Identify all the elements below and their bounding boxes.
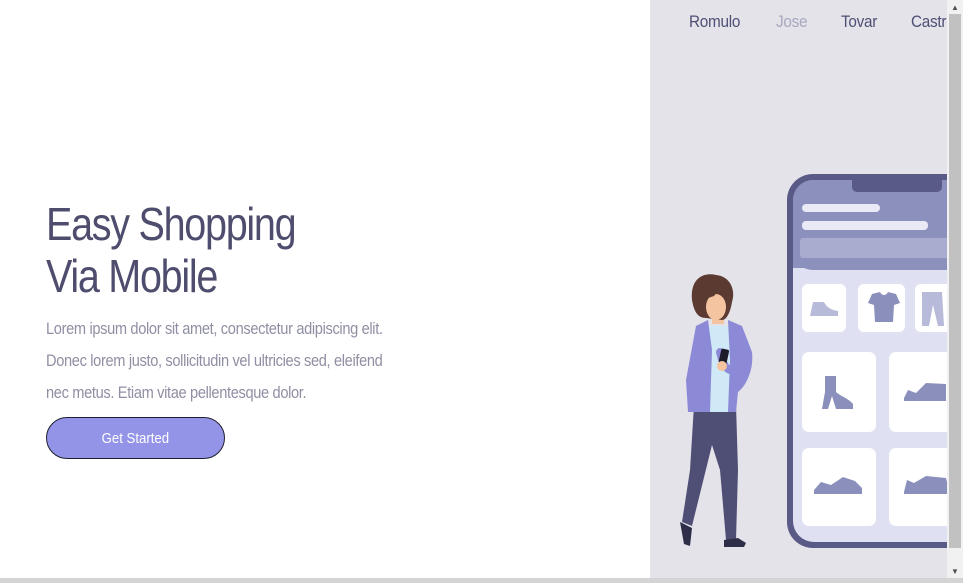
shopping-illustration (680, 174, 947, 548)
get-started-button[interactable]: Get Started (46, 417, 225, 459)
get-started-label: Get Started (101, 429, 170, 447)
hero-title-line-1: Easy Shopping (46, 198, 297, 250)
nav-item-jose[interactable]: Jose (776, 12, 808, 32)
phone-illustration (787, 174, 947, 548)
vertical-scrollbar[interactable]: ▲ ▼ (947, 0, 963, 578)
hero-title: Easy Shopping Via Mobile (46, 198, 297, 302)
nav-item-tovar[interactable]: Tovar (841, 12, 877, 32)
woman-figure (680, 274, 753, 547)
landing-page: Romulo Jose Tovar Castro Easy Shopping V… (0, 0, 963, 583)
down-arrow-icon[interactable]: ▼ (947, 564, 963, 578)
nav-item-romulo[interactable]: Romulo (689, 12, 740, 32)
scrollbar-thumb[interactable] (949, 14, 961, 548)
hero-title-line-2: Via Mobile (46, 250, 218, 302)
hero-description: Lorem ipsum dolor sit amet, consectetur … (46, 319, 383, 402)
up-arrow-icon[interactable]: ▲ (947, 0, 963, 14)
top-nav: Romulo Jose Tovar Castro (650, 12, 963, 32)
horizontal-scrollbar[interactable] (0, 578, 963, 583)
